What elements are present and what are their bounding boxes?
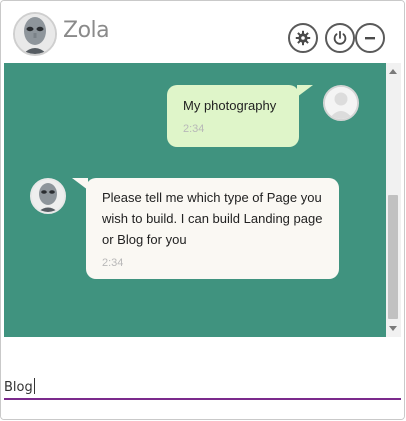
message-time: 2:34 (102, 257, 124, 269)
message-list[interactable]: My photography 2:34 Please tell me which… (4, 63, 386, 337)
app-title: Zola (63, 18, 110, 43)
message-text: Please tell me which type of Page you wi… (102, 190, 323, 247)
person-silhouette-icon (325, 87, 357, 119)
user-avatar (323, 85, 359, 121)
bot-avatar-small (30, 178, 66, 214)
chat-header: Zola (1, 1, 404, 63)
minimize-button[interactable] (355, 23, 385, 53)
bot-message-bubble: Please tell me which type of Page you wi… (72, 178, 339, 279)
power-button[interactable] (325, 23, 355, 53)
input-area (1, 337, 404, 419)
alien-face-icon (15, 14, 55, 54)
text-caret (34, 378, 35, 394)
settings-button[interactable] (288, 23, 318, 53)
power-icon (333, 30, 347, 45)
alien-face-icon (32, 180, 64, 212)
scroll-down-arrow-icon[interactable] (389, 326, 397, 331)
gear-icon (295, 30, 311, 46)
user-message-bubble: My photography 2:34 (167, 85, 313, 147)
scroll-up-arrow-icon[interactable] (389, 69, 397, 74)
minus-icon (365, 37, 375, 40)
message-time: 2:34 (183, 123, 205, 135)
scroll-thumb[interactable] (388, 195, 398, 319)
chat-scrollbar[interactable] (386, 63, 401, 337)
message-text: My photography (183, 98, 277, 113)
message-input[interactable] (4, 376, 401, 400)
bot-avatar (13, 12, 57, 56)
chat-window: Zola My photography 2:34 Please tell me … (0, 0, 405, 420)
